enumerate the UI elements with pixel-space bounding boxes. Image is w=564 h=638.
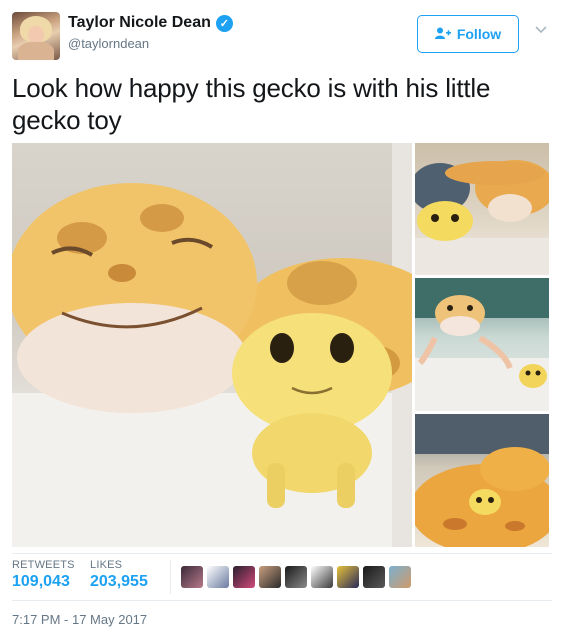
tweet-card: Taylor Nicole Dean ✓ @taylorndean Follow… bbox=[0, 0, 564, 638]
avatar-body bbox=[18, 42, 54, 60]
photo-gecko-curled-around-toy[interactable] bbox=[415, 414, 549, 547]
add-user-icon bbox=[434, 27, 451, 42]
liker-avatar[interactable] bbox=[233, 566, 255, 588]
follow-button-label: Follow bbox=[456, 26, 502, 42]
author-name-row: Taylor Nicole Dean ✓ bbox=[68, 14, 233, 32]
tweet-text: Look how happy this gecko is with his li… bbox=[12, 73, 491, 135]
liker-avatar[interactable] bbox=[363, 566, 385, 588]
liker-avatars bbox=[181, 566, 411, 588]
liker-avatar[interactable] bbox=[337, 566, 359, 588]
likes-stat[interactable]: LIKES 203,955 bbox=[90, 559, 148, 591]
photo-smiling-gecko-with-toy[interactable] bbox=[12, 143, 412, 547]
liker-avatar[interactable] bbox=[311, 566, 333, 588]
liker-avatar[interactable] bbox=[259, 566, 281, 588]
verified-badge-icon: ✓ bbox=[215, 14, 233, 32]
tweet-timestamp[interactable]: 7:17 PM - 17 May 2017 bbox=[12, 612, 147, 627]
media-grid bbox=[12, 143, 549, 547]
likes-label: LIKES bbox=[90, 559, 123, 571]
author-display-name[interactable]: Taylor Nicole Dean bbox=[68, 14, 211, 32]
liker-avatar[interactable] bbox=[389, 566, 411, 588]
stats-divider-top bbox=[12, 553, 552, 554]
liker-avatar[interactable] bbox=[207, 566, 229, 588]
retweets-count: 109,043 bbox=[12, 573, 70, 590]
photo-gecko-with-toy-on-sand[interactable] bbox=[415, 278, 549, 411]
photo-gecko-resting-with-toy[interactable] bbox=[415, 143, 549, 275]
stats-separator bbox=[170, 560, 171, 594]
follow-button[interactable]: Follow bbox=[417, 15, 519, 53]
retweets-stat[interactable]: RETWEETS 109,043 bbox=[12, 559, 75, 591]
stats-divider-bottom bbox=[12, 600, 552, 601]
liker-avatar[interactable] bbox=[285, 566, 307, 588]
chevron-down-icon[interactable] bbox=[534, 24, 548, 38]
likes-count: 203,955 bbox=[90, 573, 148, 590]
liker-avatar[interactable] bbox=[181, 566, 203, 588]
author-avatar[interactable] bbox=[12, 12, 60, 60]
retweets-label: RETWEETS bbox=[12, 559, 75, 571]
author-handle[interactable]: @taylorndean bbox=[68, 36, 149, 51]
